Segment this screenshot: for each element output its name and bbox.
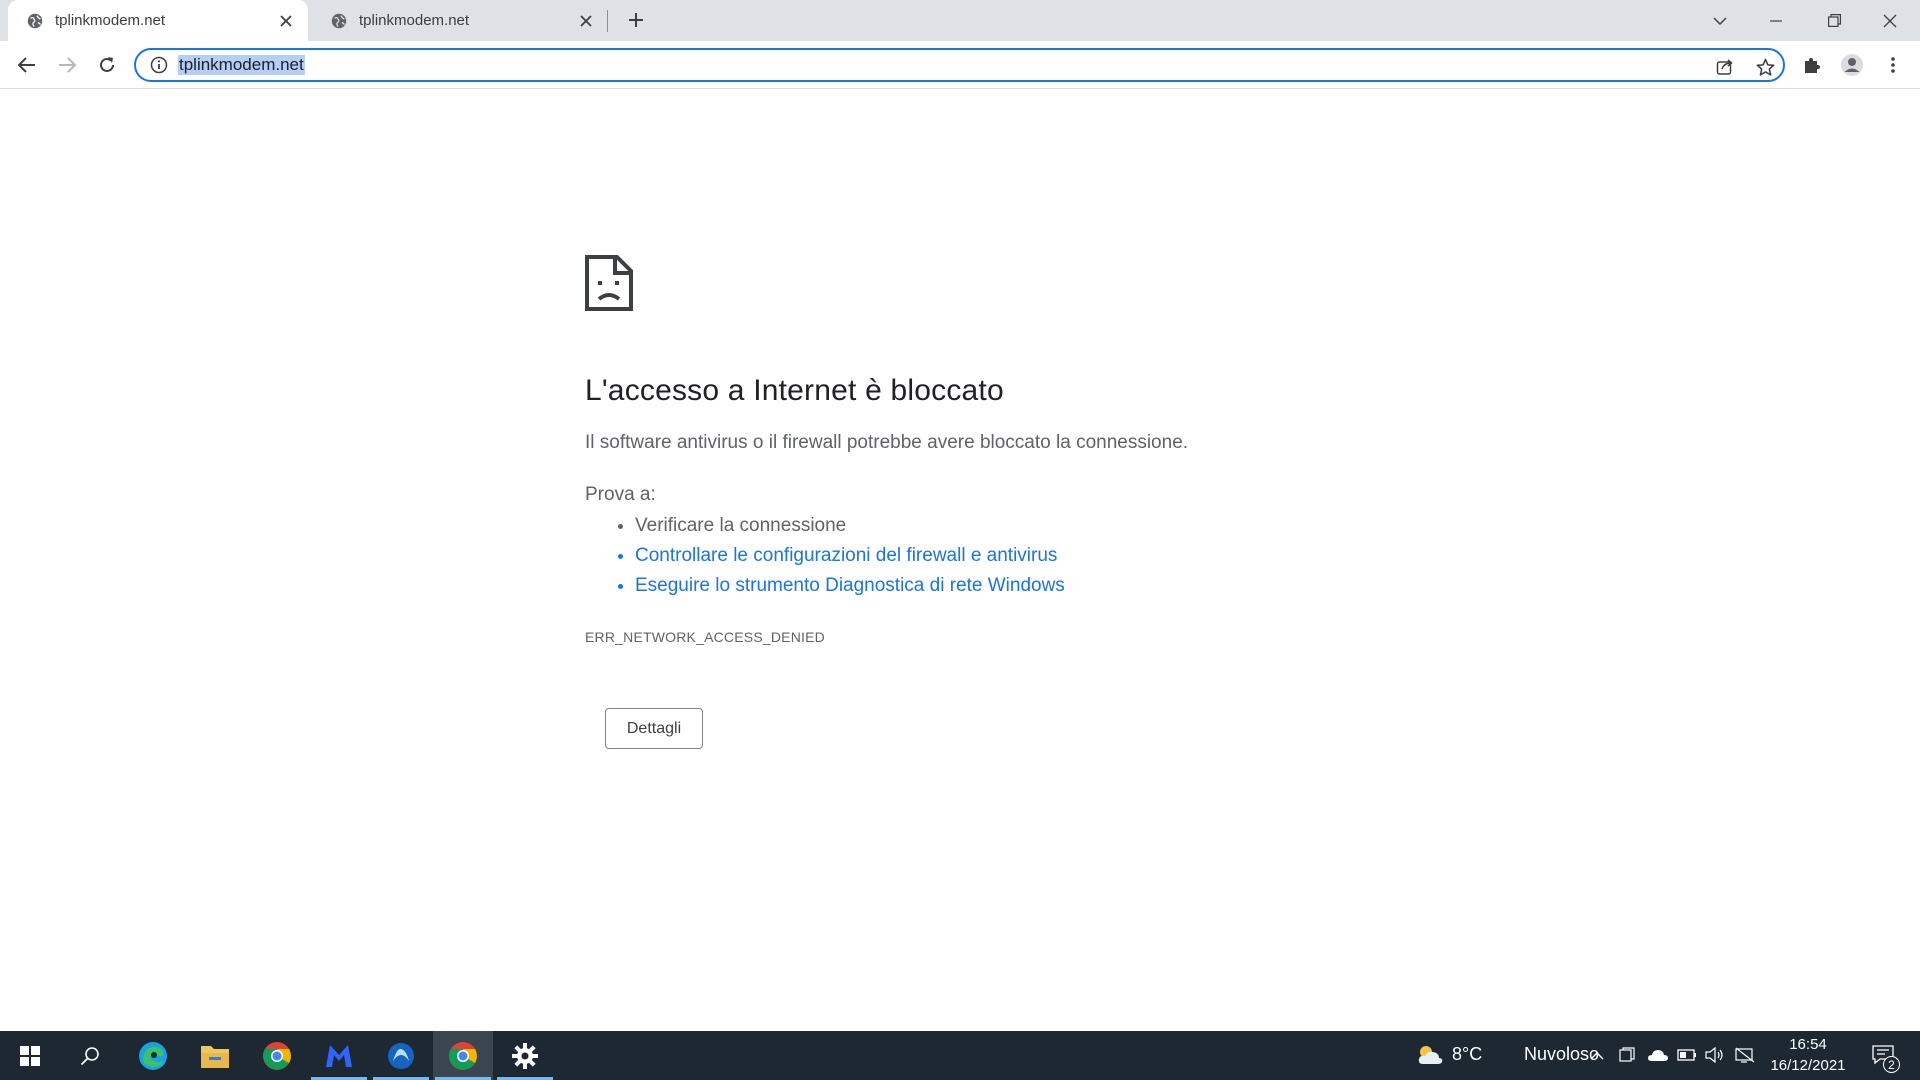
notification-count: 2 bbox=[1883, 1056, 1900, 1073]
tab-inactive[interactable]: tplinkmodem.net bbox=[312, 0, 608, 41]
close-tab-icon[interactable] bbox=[572, 7, 600, 35]
details-button[interactable]: Dettagli bbox=[605, 708, 703, 749]
taskbar-chrome-active[interactable] bbox=[433, 1031, 493, 1080]
browser-toolbar: tplinkmodem.net bbox=[0, 41, 1920, 89]
bookmark-star-icon[interactable] bbox=[1754, 56, 1776, 78]
app-icon bbox=[387, 1042, 415, 1070]
windows-taskbar: 8°C Nuvoloso 16:54 16/12/2021 2 bbox=[0, 1031, 1920, 1080]
sad-page-icon bbox=[585, 255, 633, 311]
onedrive-icon[interactable] bbox=[1646, 1045, 1670, 1065]
clock-time: 16:54 bbox=[1758, 1034, 1858, 1055]
notification-center-button[interactable]: 2 bbox=[1868, 1043, 1898, 1067]
clock-date: 16/12/2021 bbox=[1758, 1055, 1858, 1076]
folder-icon bbox=[200, 1043, 230, 1069]
minimize-button[interactable] bbox=[1748, 0, 1804, 41]
error-page: L'accesso a Internet è bloccato Il softw… bbox=[585, 255, 1345, 645]
windows-logo-icon bbox=[20, 1046, 40, 1066]
error-code: ERR_NETWORK_ACCESS_DENIED bbox=[585, 629, 1345, 645]
info-icon[interactable] bbox=[150, 56, 168, 74]
start-button[interactable] bbox=[0, 1031, 60, 1080]
gear-icon bbox=[512, 1043, 538, 1069]
avatar-icon bbox=[1840, 53, 1864, 77]
taskbar-search-button[interactable] bbox=[60, 1031, 120, 1080]
address-bar[interactable]: tplinkmodem.net bbox=[134, 48, 1785, 82]
restore-icon bbox=[1828, 14, 1841, 27]
menu-button[interactable] bbox=[1877, 49, 1909, 81]
battery-icon[interactable] bbox=[1677, 1045, 1697, 1065]
close-tab-icon[interactable] bbox=[272, 7, 300, 35]
meet-now-icon[interactable] bbox=[1617, 1045, 1637, 1065]
weather-temperature[interactable]: 8°C bbox=[1452, 1044, 1482, 1065]
tab-title: tplinkmodem.net bbox=[55, 12, 272, 29]
kebab-menu-icon bbox=[1891, 57, 1895, 73]
firewall-settings-link[interactable]: Controllare le configurazioni del firewa… bbox=[635, 545, 1057, 566]
edge-icon bbox=[137, 1040, 169, 1072]
reload-button[interactable] bbox=[91, 49, 123, 81]
new-tab-button[interactable] bbox=[622, 6, 650, 34]
profile-button[interactable] bbox=[1836, 49, 1868, 81]
taskbar-chrome[interactable] bbox=[247, 1031, 307, 1080]
system-clock[interactable]: 16:54 16/12/2021 bbox=[1758, 1034, 1858, 1076]
globe-icon bbox=[330, 12, 348, 30]
arrow-right-icon bbox=[58, 57, 76, 73]
suggestion-list: Verificare la connessione Controllare le… bbox=[585, 511, 1345, 601]
chrome-icon bbox=[448, 1041, 478, 1071]
back-button[interactable] bbox=[11, 49, 43, 81]
plus-icon bbox=[628, 12, 644, 28]
tab-title: tplinkmodem.net bbox=[359, 12, 572, 29]
suggestion-item: Controllare le configurazioni del firewa… bbox=[635, 541, 1345, 571]
minimize-icon bbox=[1770, 20, 1782, 22]
restore-button[interactable] bbox=[1806, 0, 1862, 41]
search-icon bbox=[80, 1046, 100, 1066]
suggestion-item: Eseguire lo strumento Diagnostica di ret… bbox=[635, 571, 1345, 601]
suggestion-text: Verificare la connessione bbox=[635, 515, 846, 536]
network-icon[interactable] bbox=[1735, 1045, 1755, 1065]
taskbar-app[interactable] bbox=[371, 1031, 431, 1080]
puzzle-icon bbox=[1803, 56, 1821, 74]
globe-icon bbox=[26, 12, 44, 30]
arrow-left-icon bbox=[18, 57, 36, 73]
network-diagnostics-link[interactable]: Eseguire lo strumento Diagnostica di ret… bbox=[635, 575, 1065, 596]
tab-search-button[interactable] bbox=[1692, 0, 1748, 41]
volume-icon[interactable] bbox=[1705, 1045, 1725, 1065]
malwarebytes-icon bbox=[324, 1043, 354, 1069]
taskbar-settings[interactable] bbox=[495, 1031, 555, 1080]
error-heading: L'accesso a Internet è bloccato bbox=[585, 374, 1345, 408]
chrome-icon bbox=[262, 1041, 292, 1071]
share-icon[interactable] bbox=[1714, 56, 1736, 78]
suggestion-item: Verificare la connessione bbox=[635, 511, 1345, 541]
chevron-down-icon bbox=[1713, 17, 1727, 25]
taskbar-malwarebytes[interactable] bbox=[309, 1031, 369, 1080]
reload-icon bbox=[98, 56, 116, 74]
chevron-up-icon bbox=[1590, 1051, 1604, 1060]
close-window-button[interactable] bbox=[1862, 0, 1918, 41]
taskbar-edge[interactable] bbox=[123, 1031, 183, 1080]
tab-separator bbox=[607, 10, 608, 32]
weather-icon[interactable] bbox=[1415, 1045, 1445, 1065]
show-hidden-icons[interactable] bbox=[1587, 1045, 1607, 1065]
error-description: Il software antivirus o il firewall potr… bbox=[585, 432, 1345, 454]
url-text[interactable]: tplinkmodem.net bbox=[178, 55, 305, 75]
extensions-button[interactable] bbox=[1796, 49, 1828, 81]
forward-button[interactable] bbox=[51, 49, 83, 81]
close-icon bbox=[1883, 14, 1897, 28]
taskbar-file-explorer[interactable] bbox=[185, 1031, 245, 1080]
try-label: Prova a: bbox=[585, 484, 1345, 506]
tab-strip: tplinkmodem.net tplinkmodem.net bbox=[0, 0, 1920, 41]
tab-active[interactable]: tplinkmodem.net bbox=[8, 0, 308, 41]
